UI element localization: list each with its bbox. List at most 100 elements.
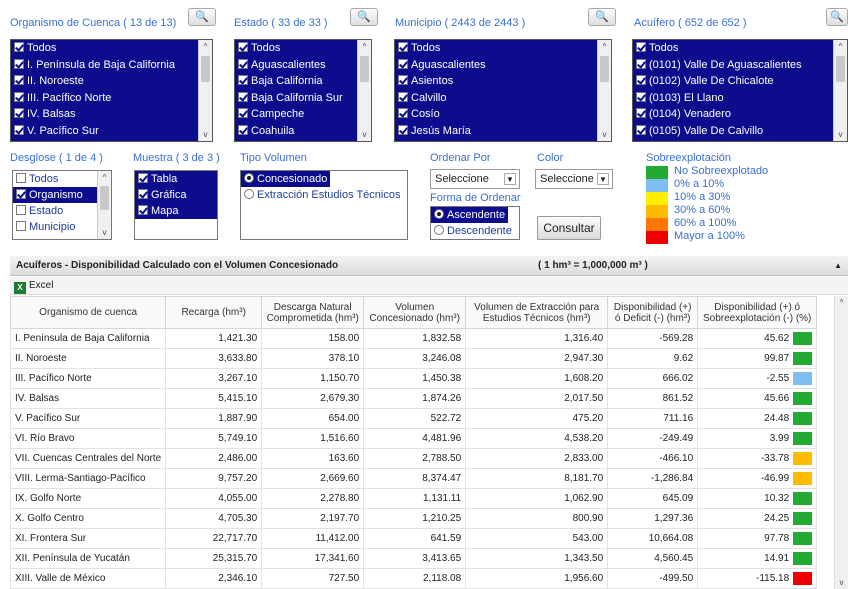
radio-selected-icon[interactable] (434, 209, 444, 219)
muestra-listbox[interactable]: Tabla Gráfica Mapa (134, 170, 218, 240)
scroll-thumb[interactable] (360, 56, 369, 82)
table-row[interactable]: VII. Cuencas Centrales del Norte 2,486.00… (9, 448, 818, 469)
scroll-up-icon[interactable]: ^ (199, 40, 212, 53)
municipio-option[interactable]: Jesús María (395, 123, 611, 140)
column-header[interactable]: Recarga (hm³) (165, 296, 263, 329)
checkbox-checked-icon[interactable] (14, 124, 24, 135)
table-row[interactable]: V. Pacífico Sur 1,887.90 654.00 522.72 475.2… (9, 408, 818, 429)
organismo-option[interactable]: Todos (11, 40, 212, 57)
excel-export-button[interactable]: X Excel (14, 280, 53, 294)
column-header[interactable]: Volumen de Extracción para Estudios Técn… (465, 296, 609, 329)
radio-icon[interactable] (434, 225, 444, 235)
checkbox-checked-icon[interactable] (14, 91, 24, 102)
acuifero-scrollbar[interactable]: ^ v (833, 40, 847, 141)
radio-selected-icon[interactable] (244, 173, 254, 183)
checkbox-checked-icon[interactable] (636, 75, 646, 86)
table-row[interactable]: VI. Río Bravo 5,749.10 1,516.60 4,481.96 4,5… (9, 428, 818, 449)
scroll-thumb[interactable] (600, 56, 609, 82)
checkbox-checked-icon[interactable] (238, 58, 248, 69)
estado-scrollbar[interactable]: ^ v (357, 40, 371, 141)
checkbox-checked-icon[interactable] (398, 91, 408, 102)
acuifero-option[interactable]: (0103) El Llano (633, 90, 847, 107)
forma-ordenar-option[interactable]: Ascendente (431, 207, 509, 223)
estado-option[interactable]: Todos (235, 40, 371, 57)
color-select[interactable]: Seleccione ▼ (535, 169, 613, 189)
estado-option[interactable]: Aguascalientes (235, 57, 371, 74)
column-header[interactable]: Organismo de cuenca (9, 296, 167, 329)
acuifero-option[interactable]: (0101) Valle De Aguascalientes (633, 57, 847, 74)
ordenar-por-select[interactable]: Seleccione ▼ (430, 169, 520, 189)
estado-option[interactable]: Baja California Sur (235, 90, 371, 107)
checkbox-checked-icon[interactable] (14, 42, 24, 52)
checkbox-icon[interactable] (16, 205, 26, 215)
scroll-down-icon[interactable]: v (834, 128, 847, 141)
organismo-option[interactable]: I. Península de Baja California (11, 57, 212, 74)
organismo-scrollbar[interactable]: ^ v (198, 40, 212, 141)
table-row[interactable]: VIII. Lerma-Santiago-Pacífico 9,757.20 2,6… (9, 468, 818, 489)
checkbox-checked-icon[interactable] (238, 91, 248, 102)
checkbox-checked-icon[interactable] (238, 108, 248, 119)
scroll-down-icon[interactable]: v (199, 128, 212, 141)
checkbox-icon[interactable] (16, 173, 26, 183)
table-row[interactable]: XII. Península de Yucatán 25,315.70 17,341… (9, 548, 818, 569)
scroll-down-icon[interactable]: v (598, 128, 611, 141)
desglose-scrollbar[interactable]: ^ v (97, 171, 111, 239)
estado-option[interactable]: Baja California (235, 73, 371, 90)
scroll-up-icon[interactable]: ^ (598, 40, 611, 53)
radio-icon[interactable] (244, 189, 254, 199)
scroll-thumb[interactable] (836, 56, 845, 82)
organismo-option[interactable]: III. Pacífico Norte (11, 90, 212, 107)
organismo-search-button[interactable]: 🔍 (188, 8, 216, 26)
grid-scrollbar[interactable]: ^ v (834, 296, 848, 589)
checkbox-checked-icon[interactable] (16, 189, 26, 199)
checkbox-checked-icon[interactable] (238, 42, 248, 52)
municipio-listbox[interactable]: Todos Aguascalientes Asientos Calvillo Cosío… (394, 39, 612, 142)
organismo-option[interactable]: V. Pacífico Sur (11, 123, 212, 140)
desglose-listbox[interactable]: Todos Organismo Estado Municipio ^ v (12, 170, 112, 240)
estado-listbox[interactable]: Todos Aguascalientes Baja California Baja C… (234, 39, 372, 142)
tipo-volumen-option[interactable]: Concesionado (241, 171, 331, 187)
checkbox-icon[interactable] (16, 221, 26, 231)
municipio-scrollbar[interactable]: ^ v (597, 40, 611, 141)
checkbox-checked-icon[interactable] (14, 75, 24, 86)
acuifero-option[interactable]: (0102) Valle De Chicalote (633, 73, 847, 90)
checkbox-checked-icon[interactable] (14, 58, 24, 69)
municipio-search-button[interactable]: 🔍 (588, 8, 616, 26)
checkbox-checked-icon[interactable] (636, 42, 646, 52)
muestra-option[interactable]: Mapa (135, 203, 217, 219)
scroll-up-icon[interactable]: ^ (834, 40, 847, 53)
scroll-thumb[interactable] (100, 186, 109, 210)
scroll-thumb[interactable] (201, 56, 210, 82)
organismo-option[interactable]: IV. Balsas (11, 106, 212, 123)
scroll-up-icon[interactable]: ^ (835, 296, 848, 309)
column-header[interactable]: Descarga Natural Comprometida (hm³) (261, 296, 365, 329)
estado-option[interactable]: Campeche (235, 106, 371, 123)
checkbox-checked-icon[interactable] (398, 75, 408, 86)
checkbox-checked-icon[interactable] (398, 124, 408, 135)
checkbox-checked-icon[interactable] (138, 173, 148, 183)
acuifero-option[interactable]: Todos (633, 40, 847, 57)
muestra-option[interactable]: Tabla (135, 171, 217, 187)
checkbox-checked-icon[interactable] (14, 108, 24, 119)
checkbox-checked-icon[interactable] (636, 108, 646, 119)
checkbox-checked-icon[interactable] (138, 189, 148, 199)
scroll-down-icon[interactable]: v (835, 576, 848, 589)
municipio-option[interactable]: Calvillo (395, 90, 611, 107)
checkbox-checked-icon[interactable] (636, 58, 646, 69)
checkbox-checked-icon[interactable] (636, 91, 646, 102)
estado-option[interactable]: Coahuila (235, 123, 371, 140)
checkbox-checked-icon[interactable] (398, 108, 408, 119)
municipio-option[interactable]: Asientos (395, 73, 611, 90)
municipio-option[interactable]: Aguascalientes (395, 57, 611, 74)
table-row[interactable]: II. Noroeste 3,633.80 378.10 3,246.08 2,947.… (9, 348, 818, 369)
table-row[interactable]: XI. Frontera Sur 22,717.70 11,412.00 641.59… (9, 528, 818, 549)
municipio-option[interactable]: Cosío (395, 106, 611, 123)
table-row[interactable]: I. Península de Baja California 1,421.30 1… (9, 328, 818, 349)
checkbox-checked-icon[interactable] (138, 205, 148, 215)
checkbox-checked-icon[interactable] (398, 58, 408, 69)
scroll-down-icon[interactable]: v (358, 128, 371, 141)
table-row[interactable]: III. Pacífico Norte 3,267.10 1,150.70 1,450… (9, 368, 818, 389)
table-row[interactable]: XIII. Valle de México 2,346.10 727.50 2,118… (9, 568, 818, 589)
scroll-up-icon[interactable]: ^ (98, 171, 111, 184)
organismo-option[interactable]: II. Noroeste (11, 73, 212, 90)
